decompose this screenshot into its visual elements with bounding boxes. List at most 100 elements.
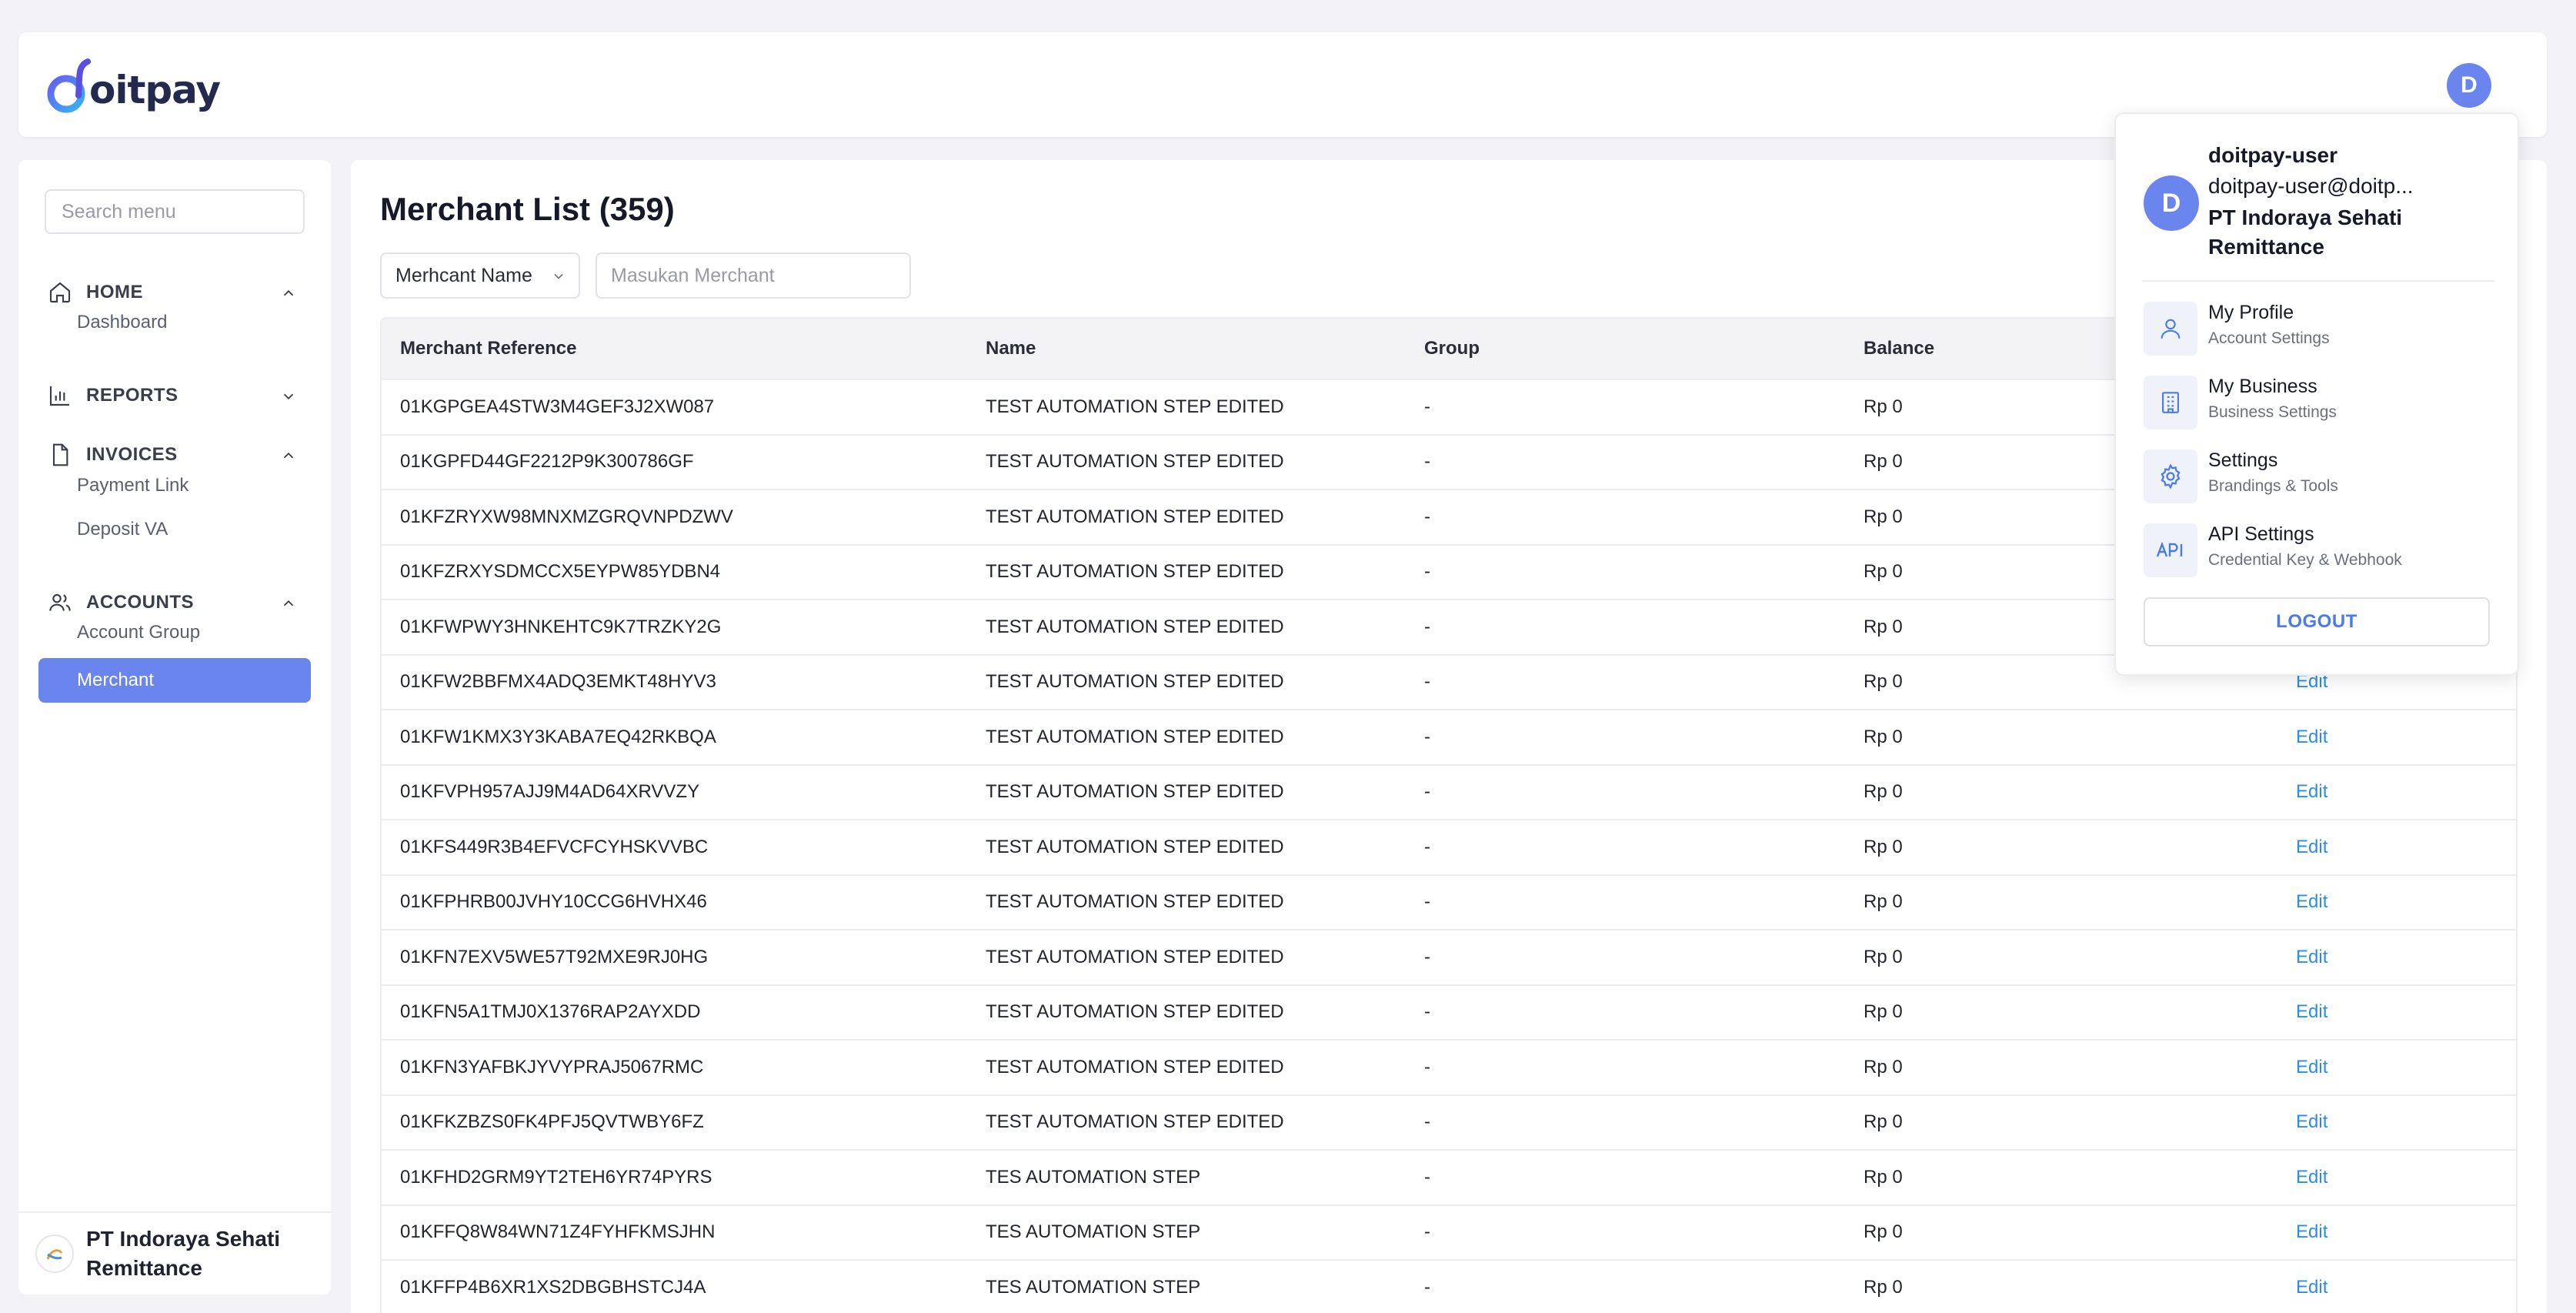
menu-item-subtitle: Business Settings (2208, 403, 2337, 421)
merchant-name-cell: TEST AUTOMATION STEP EDITED (986, 946, 1284, 967)
chevron-up-icon (283, 452, 294, 459)
sidebar-item-account-group[interactable]: Account Group (77, 622, 200, 643)
balance-cell: Rp 0 (1864, 891, 1903, 913)
edit-link[interactable]: Edit (2296, 1041, 2327, 1094)
edit-link[interactable]: Edit (2296, 766, 2327, 820)
sidebar-section-label: REPORTS (86, 385, 179, 406)
balance-cell: Rp 0 (1864, 506, 1903, 527)
group-cell: - (1424, 616, 1430, 637)
sidebar-item-payment-link[interactable]: Payment Link (77, 475, 189, 496)
balance-cell: Rp 0 (1864, 1276, 1903, 1298)
menu-item-api-settings[interactable]: API Settings Credential Key & Webhook (2144, 520, 2490, 582)
edit-link[interactable]: Edit (2296, 820, 2327, 874)
column-header-merchant-reference[interactable]: Merchant Reference (400, 319, 576, 379)
merchant-name-cell: TEST AUTOMATION STEP EDITED (986, 506, 1284, 527)
search-menu-input[interactable]: Search menu (45, 189, 305, 234)
group-cell: - (1424, 1276, 1430, 1298)
balance-cell: Rp 0 (1864, 781, 1903, 803)
column-header-balance[interactable]: Balance (1864, 319, 1934, 379)
menu-item-settings[interactable]: Settings Brandings & Tools (2144, 446, 2490, 508)
dropdown-username: doitpay-user (2208, 143, 2338, 167)
merchant-name-cell: TEST AUTOMATION STEP EDITED (986, 1111, 1284, 1133)
user-avatar-button[interactable]: D (2447, 63, 2491, 108)
doitpay-logo-mark-icon (47, 58, 91, 113)
dropdown-company: PT Indoraya Sehati Remittance (2208, 205, 2403, 259)
merchant-name-cell: TEST AUTOMATION STEP EDITED (986, 396, 1284, 417)
group-cell: - (1424, 506, 1430, 527)
merchant-reference-cell: 01KFW1KMX3Y3KABA7EQ42RKBQA (400, 726, 716, 747)
edit-link[interactable]: Edit (2296, 1151, 2327, 1204)
edit-link[interactable]: Edit (2296, 1096, 2327, 1150)
building-icon (2162, 392, 2179, 413)
group-cell: - (1424, 781, 1430, 803)
merchant-name-cell: TEST AUTOMATION STEP EDITED (986, 1056, 1284, 1077)
sidebar-item-dashboard[interactable]: Dashboard (77, 312, 167, 333)
api-icon (2156, 541, 2183, 557)
menu-item-my-business[interactable]: My Business Business Settings (2144, 373, 2490, 434)
chevron-down-icon (283, 393, 294, 400)
sidebar-section-home[interactable]: HOME (45, 272, 305, 312)
balance-cell: Rp 0 (1864, 396, 1903, 417)
dropdown-email: doitpay-user@doitp... (2208, 174, 2414, 198)
merchant-reference-cell: 01KFZRYXW98MNXMZGRQVNPDZWV (400, 506, 733, 527)
merchant-name-cell: TEST AUTOMATION STEP EDITED (986, 451, 1284, 473)
sidebar-item-deposit-va[interactable]: Deposit VA (77, 519, 168, 540)
profile-dropdown-menu: D doitpay-user doitpay-user@doitp... PT … (2114, 112, 2519, 676)
group-cell: - (1424, 891, 1430, 913)
table-row: 01KFW1KMX3Y3KABA7EQ42RKBQA TEST AUTOMATIO… (382, 710, 2516, 766)
balance-cell: Rp 0 (1864, 671, 1903, 693)
filter-field-select[interactable]: Merhcant Name (380, 252, 580, 299)
column-header-name[interactable]: Name (986, 319, 1036, 379)
balance-cell: Rp 0 (1864, 1001, 1903, 1023)
sidebar-section-reports[interactable]: REPORTS (45, 376, 305, 416)
edit-link[interactable]: Edit (2296, 1261, 2327, 1313)
group-cell: - (1424, 451, 1430, 473)
edit-link[interactable]: Edit (2296, 876, 2327, 930)
table-row: 01KFPHRB00JVHY10CCG6HVHX46 TEST AUTOMATIO… (382, 876, 2516, 930)
merchant-name-cell: TEST AUTOMATION STEP EDITED (986, 836, 1284, 857)
chart-icon (49, 386, 69, 406)
edit-link[interactable]: Edit (2296, 1206, 2327, 1260)
group-cell: - (1424, 1221, 1430, 1243)
group-cell: - (1424, 726, 1430, 747)
group-cell: - (1424, 946, 1430, 967)
sidebar: Search menu HOME Dashboard REPORTS INVOI… (18, 160, 331, 1295)
edit-link[interactable]: Edit (2296, 930, 2327, 984)
logout-button[interactable]: LOGOUT (2144, 597, 2490, 646)
balance-cell: Rp 0 (1864, 1056, 1903, 1077)
merchant-reference-cell: 01KFFQ8W84WN71Z4FYHFKMSJHN (400, 1221, 716, 1243)
sidebar-section-label: ACCOUNTS (86, 592, 194, 613)
table-row: 01KFKZBZS0FK4PFJ5QVTWBY6FZ TEST AUTOMATIO… (382, 1096, 2516, 1151)
chevron-up-icon (283, 600, 294, 606)
group-cell: - (1424, 1166, 1430, 1188)
group-cell: - (1424, 561, 1430, 583)
menu-item-subtitle: Credential Key & Webhook (2208, 551, 2402, 569)
merchant-reference-cell: 01KGPGEA4STW3M4GEF3J2XW087 (400, 396, 715, 417)
doitpay-logo[interactable]: oitpay (46, 55, 221, 117)
company-logo-icon (35, 1234, 74, 1273)
sidebar-item-merchant[interactable]: Merchant (38, 658, 311, 703)
column-header-group[interactable]: Group (1424, 319, 1480, 379)
balance-cell: Rp 0 (1864, 1221, 1903, 1243)
merchant-name-cell: TEST AUTOMATION STEP EDITED (986, 781, 1284, 803)
balance-cell: Rp 0 (1864, 1166, 1903, 1188)
merchant-name-cell: TES AUTOMATION STEP (986, 1276, 1201, 1298)
menu-item-subtitle: Brandings & Tools (2208, 477, 2338, 495)
merchant-reference-cell: 01KGPFD44GF2212P9K300786GF (400, 451, 694, 473)
merchant-reference-cell: 01KFN5A1TMJ0X1376RAP2AYXDD (400, 1001, 701, 1023)
merchant-name-cell: TEST AUTOMATION STEP EDITED (986, 616, 1284, 637)
sidebar-company-footer[interactable]: PT Indoraya Sehati Remittance (18, 1211, 331, 1295)
edit-link[interactable]: Edit (2296, 986, 2327, 1040)
sidebar-section-accounts[interactable]: ACCOUNTS (45, 583, 305, 623)
merchant-name-cell: TEST AUTOMATION STEP EDITED (986, 891, 1284, 913)
merchant-name-cell: TEST AUTOMATION STEP EDITED (986, 726, 1284, 747)
sidebar-section-invoices[interactable]: INVOICES (45, 435, 305, 475)
merchant-search-input[interactable]: Masukan Merchant (596, 252, 911, 299)
balance-cell: Rp 0 (1864, 616, 1903, 637)
menu-item-title: Settings (2208, 449, 2278, 471)
group-cell: - (1424, 1111, 1430, 1133)
menu-item-title: My Profile (2208, 302, 2294, 323)
merchant-name-cell: TEST AUTOMATION STEP EDITED (986, 671, 1284, 693)
menu-item-my-profile[interactable]: My Profile Account Settings (2144, 299, 2490, 360)
edit-link[interactable]: Edit (2296, 710, 2327, 764)
